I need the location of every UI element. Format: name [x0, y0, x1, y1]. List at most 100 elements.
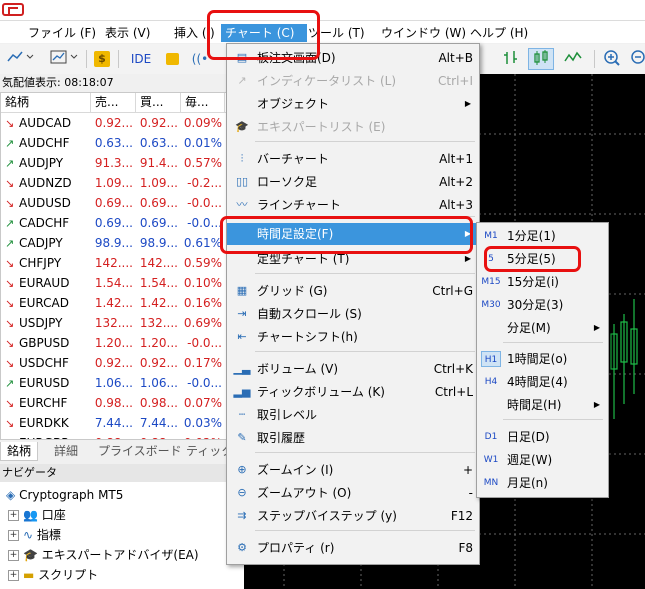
bid-cell: 1.09...	[94, 176, 133, 190]
zoom-in-toolbar-icon[interactable]	[602, 49, 622, 69]
expert-advisor-icon: 🎓	[23, 548, 38, 562]
market-watch-row[interactable]: ↘ AUDNZD 1.09... 1.09... -0.2...	[1, 173, 235, 193]
chart-menu-item[interactable]: ┄ 取引レベル	[227, 404, 479, 426]
dollar-icon[interactable]: $	[92, 49, 112, 69]
tab-price-board[interactable]: プライスボード	[92, 442, 188, 460]
navigator-root[interactable]: ◈ Cryptograph MT5	[6, 485, 123, 505]
timeframe-menu-item[interactable]: H1 1時間足(o)	[477, 348, 608, 370]
app-logo-icon	[2, 3, 24, 16]
timeframe-menu-item[interactable]: MN 月足(n)	[477, 472, 608, 494]
market-watch-row[interactable]: ↗ EURUSD 1.06... 1.06... -0.0...	[1, 373, 235, 393]
chart-menu-item[interactable]: ⇤ チャートシフト(h)	[227, 326, 479, 348]
chart-menu-item[interactable]: 〰ラインチャート Alt+3	[227, 194, 479, 216]
market-watch-row[interactable]: ↘ EURDKK 7.44... 7.44... 0.03%	[1, 413, 235, 433]
menu-item-label: 日足(D)	[507, 430, 550, 444]
chart-menu-item[interactable]: ⇉ ステップバイステップ (y) F12	[227, 505, 479, 527]
chart-menu-item[interactable]: ⫶ バーチャート Alt+1	[227, 148, 479, 170]
bid-cell: 98.9...	[94, 236, 133, 250]
tab-symbols[interactable]: 銘柄	[0, 442, 39, 461]
timeframe-menu-item[interactable]: D1 日足(D)	[477, 426, 608, 448]
broker-logo-icon: ◈	[6, 488, 16, 502]
ask-cell: 98.9...	[139, 236, 178, 250]
change-cell: 0.69%	[183, 316, 222, 330]
timeframe-menu-item[interactable]: W1 週足(W)	[477, 449, 608, 471]
market-watch-row[interactable]: ↗ AUDJPY 91.3... 91.4... 0.57%	[1, 153, 235, 173]
chart-menu-item[interactable]: ⊖ ズームアウト (O) -	[227, 482, 479, 504]
timeframe-menu-item[interactable]: M1 1分足(1)	[477, 225, 608, 247]
timeframe-menu-item[interactable]: 時間足(H) ▶	[477, 394, 608, 416]
navigator-item-experts[interactable]: + 🎓 エキスパートアドバイザ(EA)	[8, 545, 199, 565]
market-watch-row[interactable]: ↘ AUDUSD 0.69... 0.69... -0.0...	[1, 193, 235, 213]
change-cell: 0.03%	[183, 416, 222, 430]
chart-menu-item[interactable]: ✎ 取引履歴	[227, 427, 479, 449]
chart-menu-item[interactable]: ⚙ プロパティ (r) F8	[227, 537, 479, 559]
indicator-dropdown-icon[interactable]	[48, 49, 82, 69]
menu-item-label: プロパティ (r)	[257, 541, 335, 555]
column-header-bid[interactable]: 売...	[91, 93, 136, 112]
chart-menu-item[interactable]: ▁▃ ボリューム (V) Ctrl+K	[227, 358, 479, 380]
menu-help[interactable]: ヘルプ (H)	[466, 24, 532, 42]
menu-item-label: 1時間足(o)	[507, 352, 568, 366]
market-watch-table: 銘柄 売... 買... 毎... ↘ AUDCAD 0.92... 0.92... 0…	[0, 92, 236, 440]
bid-cell: 142....	[94, 256, 133, 270]
menu-item-shortcut: Alt+1	[439, 152, 473, 166]
menu-item-label: エキスパートリスト (E)	[257, 120, 386, 134]
trade-history-icon: ✎	[237, 431, 247, 444]
market-watch-row[interactable]: ↗ AUDCHF 0.63... 0.63... 0.01%	[1, 133, 235, 153]
menu-view[interactable]: 表示 (V)	[101, 24, 154, 42]
market-watch-tabs: 銘柄 詳細 プライスボード ティック	[0, 440, 244, 462]
market-watch-row[interactable]: ↘ USDCHF 0.92... 0.92... 0.17%	[1, 353, 235, 373]
expand-icon[interactable]: +	[8, 530, 19, 541]
candlestick-toolbar-icon[interactable]	[528, 48, 554, 70]
market-watch-row[interactable]: ↗ CADJPY 98.9... 98.9... 0.61%	[1, 233, 235, 253]
menu-window[interactable]: ウインドウ (W)	[377, 24, 470, 42]
chart-menu-item[interactable]: ▂▅ ティックボリューム (K) Ctrl+L	[227, 381, 479, 403]
chart-menu-item[interactable]: ⊕ ズームイン (I) +	[227, 459, 479, 481]
menu-file[interactable]: ファイル (F)	[24, 24, 100, 42]
expand-icon[interactable]: +	[8, 550, 19, 561]
symbol-name: AUDCHF	[19, 136, 70, 150]
navigator-item-label: 口座	[41, 508, 66, 522]
market-watch-row[interactable]: ↗ CADCHF 0.69... 0.69... -0.0...	[1, 213, 235, 233]
chart-menu-item[interactable]: オブジェクト ▶	[227, 93, 479, 115]
line-chart-toolbar-icon[interactable]	[562, 49, 584, 69]
market-watch-row[interactable]: ↘ EURCAD 1.42... 1.42... 0.16%	[1, 293, 235, 313]
navigator-item-accounts[interactable]: + 👥 口座	[8, 505, 66, 525]
zoom-out-toolbar-icon[interactable]	[630, 49, 645, 69]
market-watch-row[interactable]: ↘EURGBP0.88...0.88...0.02%	[1, 433, 235, 439]
timeframe-menu-item[interactable]: M30 30分足(3)	[477, 294, 608, 316]
bid-cell: 1.20...	[94, 336, 133, 350]
chart-menu-item[interactable]: ▯▯ ローソク足 Alt+2	[227, 171, 479, 193]
navigator-item-indicators[interactable]: + ∿ 指標	[8, 525, 61, 545]
column-header-ask[interactable]: 買...	[136, 93, 181, 112]
expand-icon[interactable]: +	[8, 570, 19, 581]
timeframe-menu-item[interactable]: M15 15分足(i)	[477, 271, 608, 293]
market-watch-row[interactable]: ↘ GBPUSD 1.20... 1.20... -0.0...	[1, 333, 235, 353]
ide-button[interactable]: IDE	[128, 49, 154, 69]
market-watch-row[interactable]: ↘ EURAUD 1.54... 1.54... 0.10%	[1, 273, 235, 293]
chart-type-dropdown-icon[interactable]	[4, 49, 38, 69]
bid-cell: 0.69...	[94, 196, 133, 210]
bar-chart-toolbar-icon[interactable]	[500, 49, 522, 69]
ask-cell: 91.4...	[139, 156, 178, 170]
expand-icon[interactable]: +	[8, 510, 19, 521]
chart-menu-item[interactable]: ⇥ 自動スクロール (S)	[227, 303, 479, 325]
menu-item-shortcut: F8	[458, 541, 473, 555]
chart-menu-item[interactable]: ▦ グリッド (G) Ctrl+G	[227, 280, 479, 302]
market-watch-row[interactable]: ↘ EURCHF 0.98... 0.98... 0.07%	[1, 393, 235, 413]
market-icon[interactable]	[162, 49, 182, 69]
column-header-symbol[interactable]: 銘柄	[1, 93, 91, 112]
chart-menu-item: 🎓 エキスパートリスト (E)	[227, 116, 479, 138]
market-watch-row[interactable]: ↘ CHFJPY 142.... 142.... 0.59%	[1, 253, 235, 273]
column-header-change[interactable]: 毎...	[181, 93, 225, 112]
tab-details[interactable]: 詳細	[48, 442, 84, 460]
trend-down-arrow-icon: ↘	[5, 277, 15, 290]
menu-item-label: 自動スクロール (S)	[257, 307, 362, 321]
navigator-item-scripts[interactable]: + ▬ スクリプト	[8, 565, 98, 585]
market-watch-row[interactable]: ↘ USDJPY 132.... 132.... 0.69%	[1, 313, 235, 333]
timeframe-menu-item[interactable]: H4 4時間足(4)	[477, 371, 608, 393]
menu-item-shortcut: F12	[450, 509, 473, 523]
submenu-arrow-icon: ▶	[593, 400, 600, 409]
timeframe-menu-item[interactable]: 分足(M) ▶	[477, 317, 608, 339]
market-watch-row[interactable]: ↘ AUDCAD 0.92... 0.92... 0.09%	[1, 113, 235, 133]
